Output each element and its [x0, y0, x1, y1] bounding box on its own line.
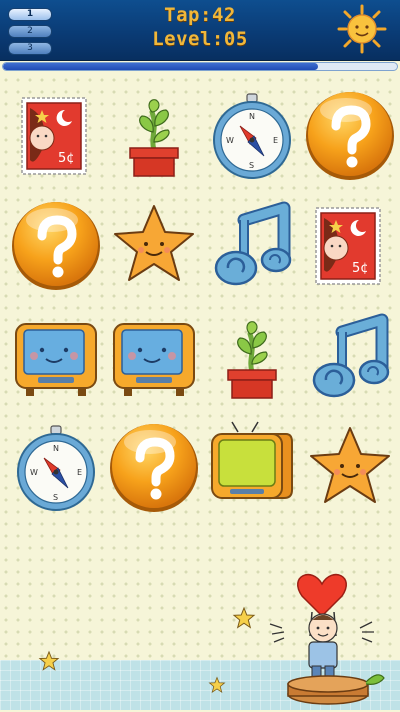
question-icon: [302, 88, 398, 184]
svg-text:N: N: [249, 112, 255, 121]
tv-blue-icon: [106, 310, 202, 406]
question-icon: [8, 198, 104, 294]
card-r1-c2[interactable]: [106, 88, 202, 184]
card-r1-c3[interactable]: N S W E: [204, 88, 300, 184]
header-bar: 1 2 3 Tap:42 Level:05: [0, 0, 400, 61]
stamp-icon: 5¢: [302, 198, 398, 294]
card-r1-c4[interactable]: [302, 88, 398, 184]
plant-icon: [204, 310, 300, 406]
sun-icon[interactable]: [337, 4, 387, 54]
card-r3-c3[interactable]: [204, 310, 300, 406]
svg-text:W: W: [226, 136, 234, 145]
small-star-icon: [232, 606, 256, 634]
card-r3-c2[interactable]: [106, 310, 202, 406]
stamp-icon: 5¢: [8, 88, 104, 184]
music-note-icon: [302, 310, 398, 406]
progress-bar: [2, 62, 398, 71]
tv-blue-icon: [8, 310, 104, 406]
card-r2-c1[interactable]: [8, 198, 104, 294]
compass-icon: N S W E: [204, 88, 300, 184]
card-r4-c3[interactable]: [204, 420, 300, 516]
boy-with-heart-icon: [262, 562, 392, 712]
card-r2-c4[interactable]: 5¢: [302, 198, 398, 294]
small-star-icon: [208, 676, 226, 698]
svg-text:S: S: [249, 161, 254, 170]
svg-text:S: S: [53, 493, 58, 502]
card-r4-c1[interactable]: N S W E: [8, 420, 104, 516]
svg-text:5¢: 5¢: [58, 151, 75, 166]
card-r4-c4[interactable]: [302, 420, 398, 516]
star-icon: [106, 198, 202, 294]
svg-text:W: W: [30, 468, 38, 477]
star-icon: [302, 420, 398, 516]
question-icon: [106, 420, 202, 516]
plant-icon: [106, 88, 202, 184]
card-r2-c2[interactable]: [106, 198, 202, 294]
card-r1-c1[interactable]: 5¢: [8, 88, 104, 184]
svg-text:E: E: [77, 468, 82, 477]
card-r3-c1[interactable]: [8, 310, 104, 406]
tv-green-icon: [204, 420, 300, 516]
svg-text:5¢: 5¢: [352, 261, 369, 276]
card-r4-c2[interactable]: [106, 420, 202, 516]
small-star-icon: [38, 650, 60, 676]
card-r3-c4[interactable]: [302, 310, 398, 406]
progress-fill: [3, 63, 319, 70]
svg-text:E: E: [273, 136, 278, 145]
card-r2-c3[interactable]: [204, 198, 300, 294]
compass-icon: N S W E: [8, 420, 104, 516]
music-note-icon: [204, 198, 300, 294]
svg-text:N: N: [53, 444, 59, 453]
